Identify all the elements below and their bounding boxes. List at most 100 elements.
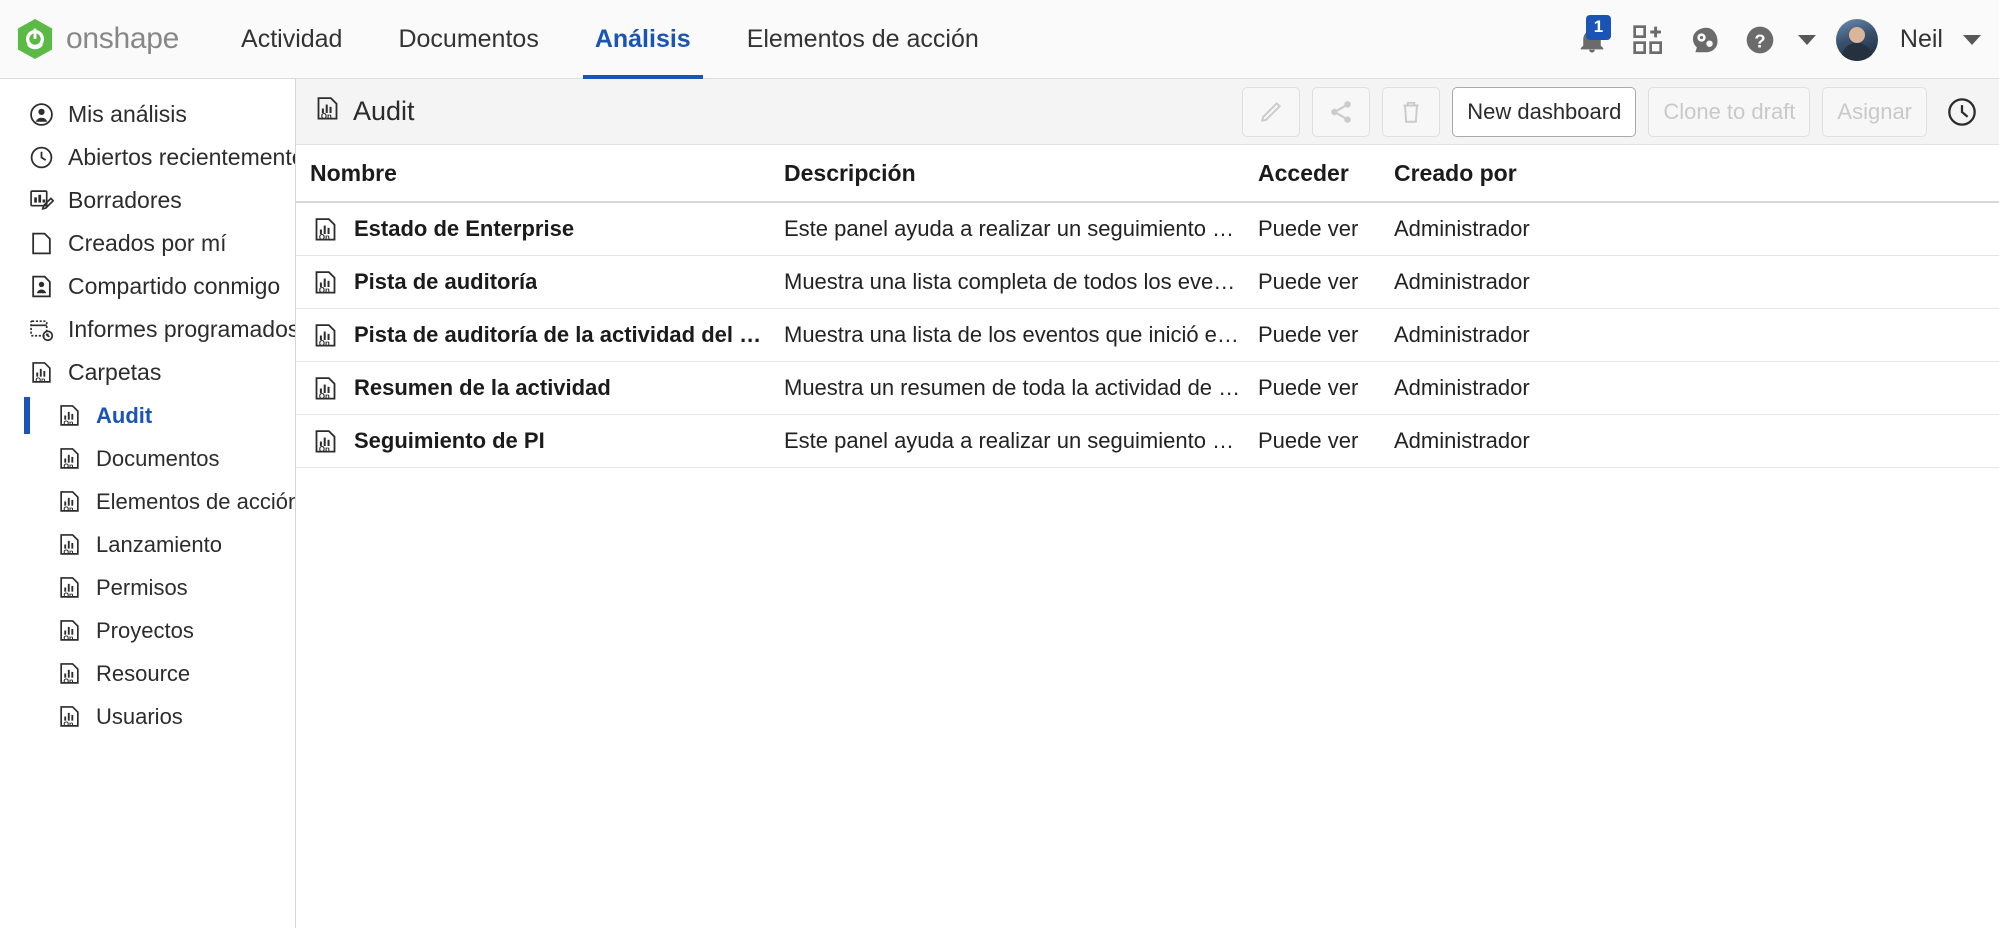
user-dropdown-caret-icon[interactable]: [1963, 35, 1981, 45]
cell-descripcion: Muestra una lista completa de todos los …: [784, 269, 1258, 295]
table-row[interactable]: On Seguimiento de PI Este panel ayuda a …: [296, 415, 1999, 468]
sidebar-item-compartido-conmigo[interactable]: Compartido conmigo: [0, 265, 295, 308]
pencil-icon: [1258, 99, 1284, 125]
sidebar-item-label: Proyectos: [96, 618, 194, 644]
cell-creado-por: Administrador: [1394, 269, 1999, 295]
sidebar-item-label: Audit: [96, 403, 152, 429]
analytics-folder-icon: On: [56, 446, 82, 472]
sidebar-item-resource[interactable]: On Resource: [0, 652, 295, 695]
dashboards-table: Nombre Descripción Acceder Creado por: [296, 145, 1999, 928]
sidebar-item-label: Lanzamiento: [96, 532, 222, 558]
learning-center-button[interactable]: [1686, 22, 1722, 58]
nav-tab-elementos-de-accion[interactable]: Elementos de acción: [719, 0, 1007, 79]
notifications-button[interactable]: 1: [1574, 22, 1610, 58]
new-dashboard-button[interactable]: New dashboard: [1452, 87, 1636, 137]
sidebar-item-elementos-de-accion[interactable]: On Elementos de acción: [0, 480, 295, 523]
help-dropdown-caret-icon[interactable]: [1798, 35, 1816, 45]
brand-logo-group[interactable]: onshape: [14, 18, 179, 60]
svg-text:On: On: [318, 339, 329, 348]
sidebar-item-label: Compartido conmigo: [68, 273, 280, 300]
chart-pencil-icon: [28, 188, 54, 214]
apps-button[interactable]: [1630, 22, 1666, 58]
cell-descripcion: Muestra una lista de los eventos que ini…: [784, 322, 1258, 348]
sidebar-item-usuarios[interactable]: On Usuarios: [0, 695, 295, 738]
analytics-folder-icon: On: [56, 403, 82, 429]
sidebar-item-mis-analisis[interactable]: Mis análisis: [0, 93, 295, 136]
brand-name: onshape: [66, 22, 179, 56]
cell-nombre: On Seguimiento de PI: [310, 426, 784, 456]
notification-count-badge: 1: [1586, 15, 1611, 40]
svg-text:On: On: [318, 445, 329, 454]
share-icon: [1328, 99, 1354, 125]
sidebar-item-label: Abiertos recientemente: [68, 144, 296, 171]
sidebar-item-label: Permisos: [96, 575, 188, 601]
analytics-folder-icon: On: [56, 575, 82, 601]
analytics-folder-icon: On: [56, 489, 82, 515]
sidebar-item-documentos[interactable]: On Documentos: [0, 437, 295, 480]
cell-creado-por: Administrador: [1394, 216, 1999, 242]
sidebar-item-permisos[interactable]: On Permisos: [0, 566, 295, 609]
dashboard-name: Estado de Enterprise: [354, 216, 574, 242]
page-body: Mis análisis Abiertos recientemente: [0, 79, 1999, 928]
column-header-nombre[interactable]: Nombre: [310, 160, 784, 187]
sidebar-item-borradores[interactable]: Borradores: [0, 179, 295, 222]
cell-creado-por: Administrador: [1394, 375, 1999, 401]
delete-button[interactable]: [1382, 87, 1440, 137]
top-bar-right-actions: 1 ? Neil: [1574, 0, 1981, 79]
sidebar-item-label: Informes programados: [68, 316, 296, 343]
main-nav: Actividad Documentos Análisis Elementos …: [213, 0, 1007, 79]
cell-descripcion: Este panel ayuda a realizar un seguimien…: [784, 216, 1258, 242]
sidebar-item-label: Usuarios: [96, 704, 183, 730]
analytics-folder-icon: On: [310, 426, 340, 456]
sidebar-item-informes-programados[interactable]: Informes programados: [0, 308, 295, 351]
cell-acceder: Puede ver: [1258, 322, 1394, 348]
svg-text:On: On: [63, 461, 73, 470]
selected-indicator: [24, 397, 30, 434]
column-header-creado-por[interactable]: Creado por: [1394, 160, 1999, 187]
nav-tab-documentos[interactable]: Documentos: [370, 0, 566, 79]
dashboard-name: Seguimiento de PI: [354, 428, 545, 454]
svg-text:On: On: [321, 112, 332, 121]
help-button[interactable]: ?: [1742, 22, 1778, 58]
user-avatar[interactable]: [1836, 19, 1878, 61]
column-header-descripcion[interactable]: Descripción: [784, 160, 1258, 187]
sidebar-item-label: Elementos de acción: [96, 489, 296, 515]
table-body: On Estado de Enterprise Este panel ayuda…: [296, 203, 1999, 468]
table-row[interactable]: On Pista de auditoría Muestra una lista …: [296, 256, 1999, 309]
sidebar-item-proyectos[interactable]: On Proyectos: [0, 609, 295, 652]
sidebar-item-carpetas[interactable]: On Carpetas: [0, 351, 295, 394]
history-button[interactable]: [1939, 89, 1985, 135]
sidebar-item-label: Borradores: [68, 187, 182, 214]
sidebar: Mis análisis Abiertos recientemente: [0, 79, 296, 928]
clone-to-draft-button[interactable]: Clone to draft: [1648, 87, 1810, 137]
analytics-folder-icon: On: [310, 320, 340, 350]
svg-text:On: On: [318, 286, 329, 295]
share-button[interactable]: [1312, 87, 1370, 137]
assign-button[interactable]: Asignar: [1822, 87, 1927, 137]
sidebar-item-label: Documentos: [96, 446, 220, 472]
table-row[interactable]: On Resumen de la actividad Muestra un re…: [296, 362, 1999, 415]
cell-acceder: Puede ver: [1258, 269, 1394, 295]
nav-tab-analisis[interactable]: Análisis: [567, 0, 719, 79]
edit-button[interactable]: [1242, 87, 1300, 137]
table-row[interactable]: On Estado de Enterprise Este panel ayuda…: [296, 203, 1999, 256]
analytics-folder-icon: On: [28, 360, 54, 386]
cell-nombre: On Estado de Enterprise: [310, 214, 784, 244]
cell-nombre: On Resumen de la actividad: [310, 373, 784, 403]
svg-text:On: On: [63, 719, 73, 728]
table-row[interactable]: On Pista de auditoría de la actividad de…: [296, 309, 1999, 362]
sidebar-item-label: Resource: [96, 661, 190, 687]
cell-creado-por: Administrador: [1394, 428, 1999, 454]
help-circle-icon: ?: [1744, 24, 1776, 56]
svg-text:On: On: [63, 547, 73, 556]
column-header-acceder[interactable]: Acceder: [1258, 160, 1394, 187]
sidebar-item-abiertos-recientemente[interactable]: Abiertos recientemente: [0, 136, 295, 179]
sidebar-item-lanzamiento[interactable]: On Lanzamiento: [0, 523, 295, 566]
sidebar-item-label: Creados por mí: [68, 230, 227, 257]
analytics-folder-icon: On: [56, 661, 82, 687]
sidebar-item-creados-por-mi[interactable]: Creados por mí: [0, 222, 295, 265]
nav-tab-actividad[interactable]: Actividad: [213, 0, 370, 79]
analytics-folder-icon: On: [56, 704, 82, 730]
svg-text:On: On: [63, 633, 73, 642]
sidebar-item-audit[interactable]: On Audit: [0, 394, 295, 437]
